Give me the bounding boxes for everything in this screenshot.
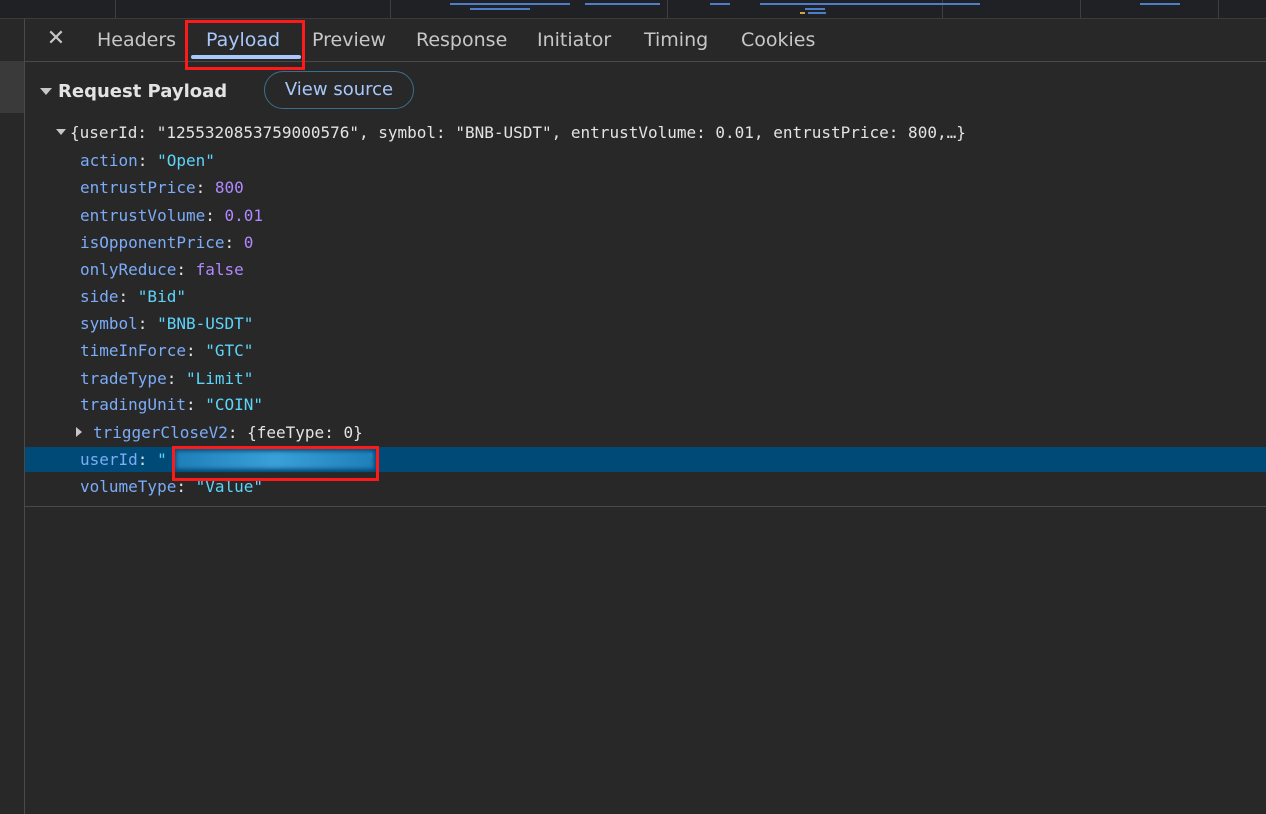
property-key: entrustVolume: [80, 206, 206, 225]
selected-request-row[interactable]: [0, 61, 24, 113]
triangle-down-icon: [40, 87, 52, 95]
property-key: userId: [80, 450, 138, 469]
highlight-box-user-id: [172, 446, 379, 481]
tab-cookies[interactable]: Cookies: [741, 29, 815, 51]
property-value: "BNB-USDT": [157, 314, 254, 333]
property-key: side: [80, 287, 119, 306]
property-key: symbol: [80, 314, 138, 333]
timeline-gridline: [1080, 0, 1081, 18]
tab-preview[interactable]: Preview: [312, 29, 386, 51]
request-payload-header[interactable]: Request Payload: [40, 78, 227, 104]
timeline-overview[interactable]: [0, 0, 1266, 19]
tab-initiator[interactable]: Initiator: [537, 29, 611, 51]
property-value: "Open": [157, 151, 215, 170]
property-key: isOpponentPrice: [80, 233, 225, 252]
payload-property-is-opponent-price[interactable]: isOpponentPrice: 0: [80, 232, 253, 254]
timeline-request-bar: [470, 8, 530, 10]
payload-property-entrust-volume[interactable]: entrustVolume: 0.01: [80, 205, 263, 227]
property-key: entrustPrice: [80, 178, 196, 197]
view-source-button[interactable]: View source: [264, 71, 414, 109]
property-value: 0: [243, 233, 254, 252]
section-divider: [25, 506, 1266, 507]
property-value: {feeType: 0}: [247, 422, 363, 442]
timeline-request-bar: [710, 3, 730, 5]
payload-property-trade-type[interactable]: tradeType: "Limit": [80, 368, 253, 390]
property-key: tradingUnit: [80, 395, 186, 414]
timeline-gridline: [667, 0, 668, 18]
tab-response[interactable]: Response: [416, 29, 507, 51]
property-key: action: [80, 151, 138, 170]
timeline-request-bar: [1140, 3, 1180, 5]
property-key: onlyReduce: [80, 260, 177, 279]
property-key: volumeType: [80, 477, 177, 496]
close-icon[interactable]: ✕: [45, 28, 67, 50]
timeline-request-bar: [805, 8, 825, 10]
payload-summary-text: {userId: "1255320853759000576", symbol: …: [70, 122, 966, 142]
tab-headers[interactable]: Headers: [97, 29, 176, 51]
property-value: "Bid": [137, 287, 186, 306]
property-value: "Limit": [185, 369, 254, 388]
triangle-down-icon: [56, 129, 66, 135]
property-value: "GTC": [205, 341, 254, 360]
timeline-gridline: [390, 0, 391, 18]
payload-summary-row[interactable]: {userId: "1255320853759000576", symbol: …: [56, 121, 966, 143]
payload-property-only-reduce[interactable]: onlyReduce: false: [80, 259, 244, 281]
payload-property-trigger-close-v2[interactable]: triggerCloseV2: {feeType: 0}: [76, 421, 363, 443]
property-key: timeInForce: [80, 341, 186, 360]
payload-property-side[interactable]: side: "Bid": [80, 286, 186, 308]
devtools-network-panel: ✕ Headers Payload Preview Response Initi…: [0, 0, 1266, 814]
timeline-request-bar: [585, 3, 660, 5]
timeline-gridline: [1218, 0, 1219, 18]
payload-property-time-in-force[interactable]: timeInForce: "GTC": [80, 340, 253, 362]
tab-timing[interactable]: Timing: [644, 29, 708, 51]
property-value-open-quote: ": [157, 450, 167, 469]
property-value: "COIN": [205, 395, 264, 414]
payload-property-action[interactable]: action: "Open": [80, 150, 215, 172]
triangle-right-icon: [76, 427, 82, 437]
timeline-request-bar: [450, 3, 570, 5]
property-key: triggerCloseV2: [93, 422, 228, 442]
property-value: 0.01: [224, 206, 264, 225]
highlight-box-payload-tab: [185, 20, 305, 70]
section-title: Request Payload: [58, 80, 228, 102]
timeline-request-bar: [760, 3, 980, 5]
property-key: tradeType: [80, 369, 167, 388]
timeline-gridline: [115, 0, 116, 18]
timeline-request-bar: [808, 12, 826, 14]
payload-property-entrust-price[interactable]: entrustPrice: 800: [80, 177, 244, 199]
payload-property-trading-unit[interactable]: tradingUnit: "COIN": [80, 394, 263, 416]
request-list-edge[interactable]: [0, 19, 25, 814]
property-value: false: [195, 260, 244, 279]
payload-property-symbol[interactable]: symbol: "BNB-USDT": [80, 313, 253, 335]
timeline-request-bar: [800, 12, 805, 14]
property-value: 800: [214, 178, 244, 197]
